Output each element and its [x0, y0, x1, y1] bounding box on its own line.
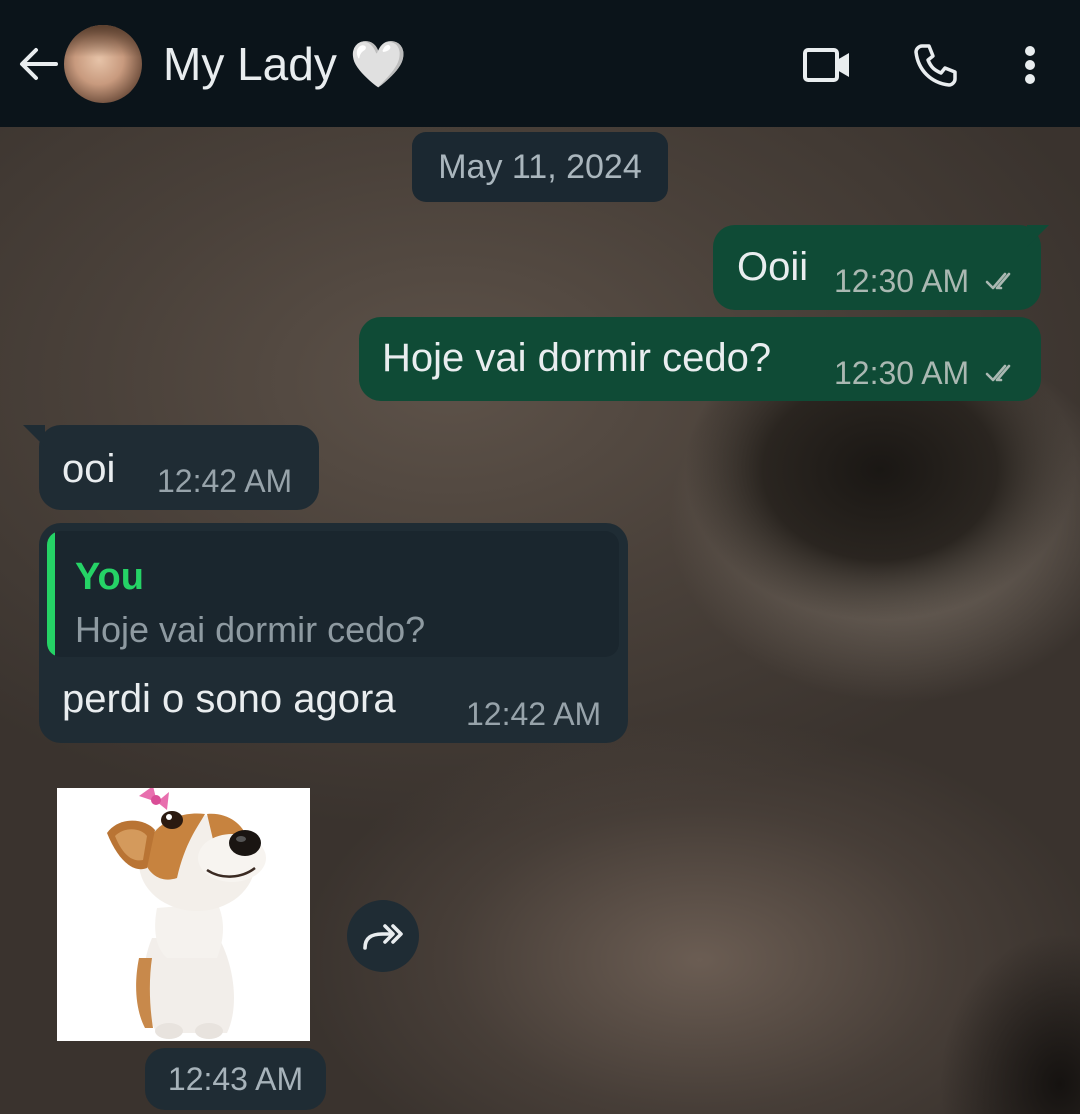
message-text: Ooii: [737, 245, 809, 289]
sticker-message[interactable]: [57, 788, 310, 1041]
bubble-tail: [1027, 225, 1049, 247]
voice-call-icon: [914, 44, 957, 87]
video-call-icon: [803, 48, 849, 82]
back-button[interactable]: [14, 40, 62, 88]
message-text: ooi: [62, 447, 116, 491]
bubble-tail: [23, 425, 45, 447]
avatar[interactable]: [64, 25, 142, 103]
incoming-message[interactable]: ooi 12:42 AM: [23, 425, 319, 510]
forward-icon: [363, 924, 403, 950]
message-time: 12:30 AM: [834, 263, 970, 299]
more-vert-icon: [1025, 46, 1035, 84]
message-time: 12:30 AM: [834, 355, 970, 391]
outgoing-message[interactable]: Hoje vai dormir cedo? 12:30 AM: [359, 317, 1041, 401]
dog-sticker-image: [107, 788, 266, 1039]
quote-author: You: [75, 556, 144, 598]
sticker-time: 12:43 AM: [145, 1048, 326, 1110]
quote-text: Hoje vai dormir cedo?: [75, 609, 426, 650]
read-ticks-icon: [985, 364, 1011, 382]
contact-name[interactable]: My Lady 🤍: [163, 36, 407, 92]
message-time: 12:42 AM: [157, 463, 293, 499]
message-time: 12:42 AM: [466, 696, 602, 732]
avatar-hair: [64, 25, 142, 57]
video-call-button[interactable]: [800, 38, 854, 92]
quoted-message[interactable]: You Hoje vai dormir cedo?: [47, 531, 619, 657]
message-text: Hoje vai dormir cedo?: [382, 336, 772, 380]
chat-header: My Lady 🤍: [0, 0, 1080, 127]
incoming-reply-message[interactable]: You Hoje vai dormir cedo? perdi o sono a…: [39, 523, 628, 743]
wallpaper-shade: [900, 864, 1080, 1114]
forward-button[interactable]: [347, 900, 419, 972]
read-ticks-icon: [985, 272, 1011, 290]
more-options-button[interactable]: [1003, 38, 1057, 92]
back-arrow-icon: [20, 48, 58, 80]
voice-call-button[interactable]: [908, 38, 962, 92]
outgoing-message[interactable]: Ooii 12:30 AM: [713, 225, 1049, 310]
quote-accent-bar: [47, 531, 55, 657]
message-text: perdi o sono agora: [62, 677, 396, 721]
date-separator: May 11, 2024: [412, 132, 668, 202]
